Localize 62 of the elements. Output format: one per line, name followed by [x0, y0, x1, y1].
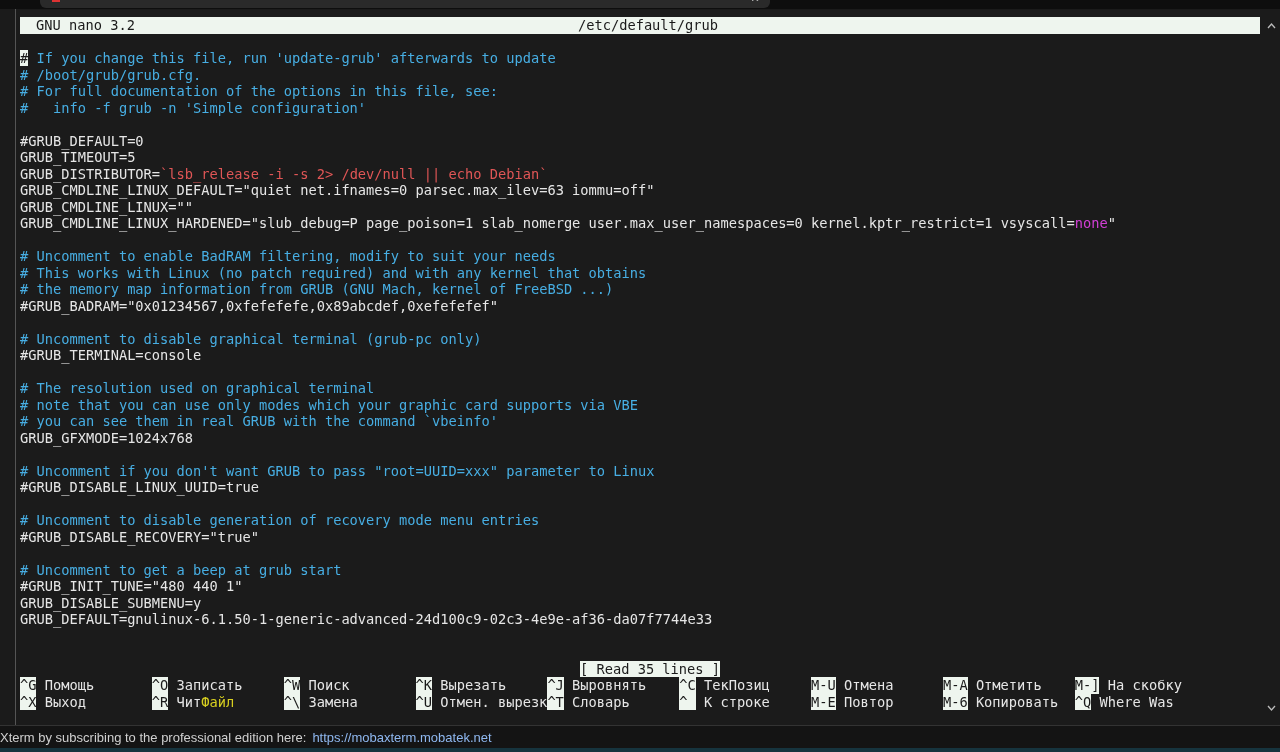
shortcut-label: Повтор: [843, 693, 894, 710]
app-version: GNU nano 3.2: [36, 17, 136, 34]
code-line: # /boot/grub/grub.cfg.: [20, 66, 202, 83]
shortcut-key: ^K: [415, 677, 432, 694]
shortcut-label: Отмена: [843, 677, 894, 694]
shortcut-label: Копировать: [974, 693, 1059, 710]
code-line: # Uncomment to enable BadRAM filtering, modify to suit your needs: [20, 248, 556, 264]
code-line: # you can see them in real GRUB with the command `vbeinfo': [20, 413, 498, 429]
scroll-down-icon[interactable]: [1267, 705, 1276, 711]
code-line: # note that you can use only modes which your graphic card supports via VBE: [20, 396, 639, 413]
status-text: Xterm by subscribing to the professional edition here:: [0, 729, 307, 745]
shortcut-label: Помощь: [43, 677, 95, 694]
code-line: #GRUB_TERMINAL=console: [20, 347, 202, 363]
code-line: #GRUB_INIT_TUNE="480 440 1": [20, 578, 243, 594]
shortcut-label: ТекПозиц: [702, 677, 770, 694]
shortcut-label: Отметить: [974, 677, 1042, 694]
scroll-up-icon[interactable]: [1267, 23, 1276, 29]
shortcut-label: Поиск: [307, 677, 350, 694]
shortcut-key: M-]: [1074, 677, 1100, 694]
shortcut-label: Отмен. вырезк: [439, 693, 548, 710]
code-line: #GRUB_DEFAULT=0: [20, 132, 144, 149]
code-line: GRUB_CMDLINE_LINUX_HARDENED="slub_debug=P page_poison=1 slab_nomerge user.max_user_namespaces=0 kernel.kptr_restrict=1 vsyscall=none": [20, 215, 1116, 231]
shortcut-key: ^O: [151, 677, 169, 694]
shortcut-label: Словарь: [571, 693, 630, 710]
website-link[interactable]: https://mobaxterm.mobatek.net: [312, 729, 492, 745]
code-line: # Uncomment to disable graphical terminal (grub-pc only): [20, 330, 482, 347]
shortcut-label: Записать: [175, 677, 243, 694]
code-line: #GRUB_DISABLE_RECOVERY="true": [20, 528, 259, 545]
shortcut-label: Выход: [43, 693, 86, 710]
shortcut-label: Замена: [307, 693, 358, 710]
code-line: # This works with Linux (no patch required) and with any kernel that obtains: [20, 264, 647, 281]
code-line: GRUB_DISABLE_SUBMENU=y: [20, 594, 202, 611]
status-message: [ Read 35 lines ]: [579, 660, 721, 677]
shortcut-label: Вырезать: [439, 677, 507, 694]
shortcut-label: Where Was: [1098, 693, 1174, 710]
code-line: GRUB_CMDLINE_LINUX="": [20, 198, 194, 215]
shortcut-label: К строке: [702, 693, 770, 710]
shortcut-key: ^G: [20, 677, 37, 694]
code-line: GRUB_DEFAULT=gnulinux-6.1.50-1-generic-advanced-24d100c9-02c3-4e9e-af36-da07f7744e33: [20, 611, 713, 627]
code-line: # Uncomment to disable generation of recovery mode menu entries: [20, 512, 540, 528]
code-line: # the memory map information from GRUB (GNU Mach, kernel of FreeBSD ...): [20, 281, 614, 297]
file-path: /etc/default/grub: [577, 17, 719, 34]
code-line: # If you change this file, run 'update-grub' afterwards to update: [20, 50, 556, 66]
code-line: #GRUB_DISABLE_LINUX_UUID=true: [20, 479, 259, 495]
code-line: GRUB_CMDLINE_LINUX_DEFAULT="quiet net.ifnames=0 parsec.max_ilev=63 iommu=off": [20, 182, 655, 198]
shortcut-key: ^W: [283, 677, 301, 694]
shortcut-label: На скобку: [1106, 677, 1182, 694]
shortcut-key: ^C: [679, 677, 696, 694]
shortcut-key: M-U: [811, 677, 836, 694]
code-line: # For full documentation of the options in this file, see:: [20, 83, 498, 99]
shortcut-label: Выровнять: [571, 677, 647, 694]
shortcut-key: ^J: [547, 677, 564, 694]
code-line: # Uncomment if you don't want GRUB to pass "root=UUID=xxx" parameter to Linux: [20, 462, 655, 479]
code-line: GRUB_TIMEOUT=5: [20, 149, 136, 165]
code-line: # The resolution used on graphical terminal: [20, 380, 375, 396]
shortcut-key: M-A: [942, 677, 968, 694]
code-line: # Uncomment to get a beep at grub start: [20, 561, 342, 578]
code-line: GRUB_GFXMODE=1024x768: [20, 429, 194, 446]
code-line: #GRUB_BADRAM="0x01234567,0xfefefefe,0x89abcdef,0xefefefef": [20, 297, 498, 314]
code-line: GRUB_DISTRIBUTOR=`lsb_release -i -s 2> /dev/null || echo Debian`: [20, 165, 548, 182]
shortcut-label: ЧитФайл: [175, 693, 235, 710]
code-line: # info -f grub -n 'Simple configuration': [20, 99, 367, 116]
